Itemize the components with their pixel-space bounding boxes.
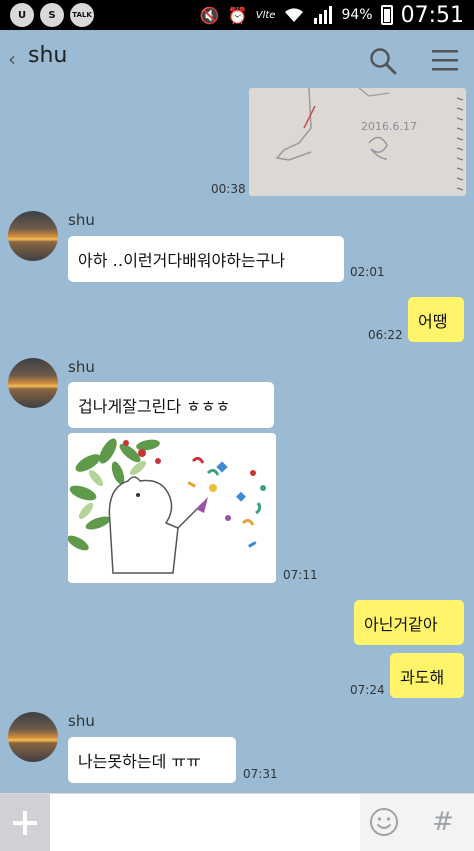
search-icon[interactable] [369, 47, 397, 75]
signal-icon [314, 6, 333, 24]
message-time: 07:31 [243, 767, 278, 781]
moomin-sticker-image [68, 433, 276, 583]
kakaotalk-icon: TALK [70, 3, 94, 27]
battery-icon [380, 5, 393, 25]
message-bubble[interactable]: 나는못하는데 ㅠㅠ [68, 737, 236, 783]
message-time: 02:01 [350, 265, 385, 279]
svg-text:2016.6.17: 2016.6.17 [361, 120, 417, 133]
message-input[interactable] [50, 794, 360, 851]
message-bubble[interactable]: 아닌거같아 [354, 600, 464, 645]
plus-icon [13, 811, 37, 835]
status-bar: U S TALK 🔇 ⏰ Vlte 94% 07:51 [0, 0, 474, 30]
chat-title[interactable]: shu [28, 43, 67, 68]
photo-message[interactable]: 2016.6.17 [249, 88, 466, 196]
battery-percent: 94% [341, 7, 373, 23]
avatar[interactable] [8, 211, 58, 261]
wifi-icon [285, 8, 304, 22]
message-composer: # [0, 793, 474, 851]
message-bubble[interactable]: 아하 ‥이런거다배워야하는구나 [68, 236, 344, 282]
sender-name: shu [68, 358, 95, 376]
avatar[interactable] [8, 358, 58, 408]
message-bubble[interactable]: 겁나게잘그린다 ㅎㅎㅎ [68, 382, 274, 428]
mute-icon: 🔇 [199, 5, 220, 25]
message-time: 07:24 [350, 683, 385, 697]
chevron-left-icon[interactable]: ‹ [8, 47, 16, 71]
emoticon-icon[interactable] [369, 807, 399, 837]
sticker-message[interactable] [68, 433, 276, 583]
chat-header: ‹ shu [0, 30, 474, 90]
sketch-image: 2016.6.17 [249, 88, 466, 196]
hamburger-menu-icon[interactable] [432, 49, 458, 71]
attach-button[interactable] [0, 794, 50, 851]
app-u-icon: U [10, 3, 34, 27]
sender-name: shu [68, 211, 95, 229]
clock: 07:51 [400, 2, 464, 28]
app-s-icon: S [40, 3, 64, 27]
message-time: 06:22 [368, 328, 403, 342]
message-time: 07:11 [283, 568, 318, 582]
message-bubble[interactable]: 어땡 [408, 297, 464, 342]
message-time: 00:38 [211, 182, 246, 196]
network-type: Vlte [255, 9, 276, 21]
alarm-icon: ⏰ [227, 5, 248, 25]
avatar[interactable] [8, 712, 58, 762]
message-bubble[interactable]: 과도해 [390, 653, 464, 698]
hash-button[interactable]: # [426, 804, 460, 840]
sender-name: shu [68, 712, 95, 730]
